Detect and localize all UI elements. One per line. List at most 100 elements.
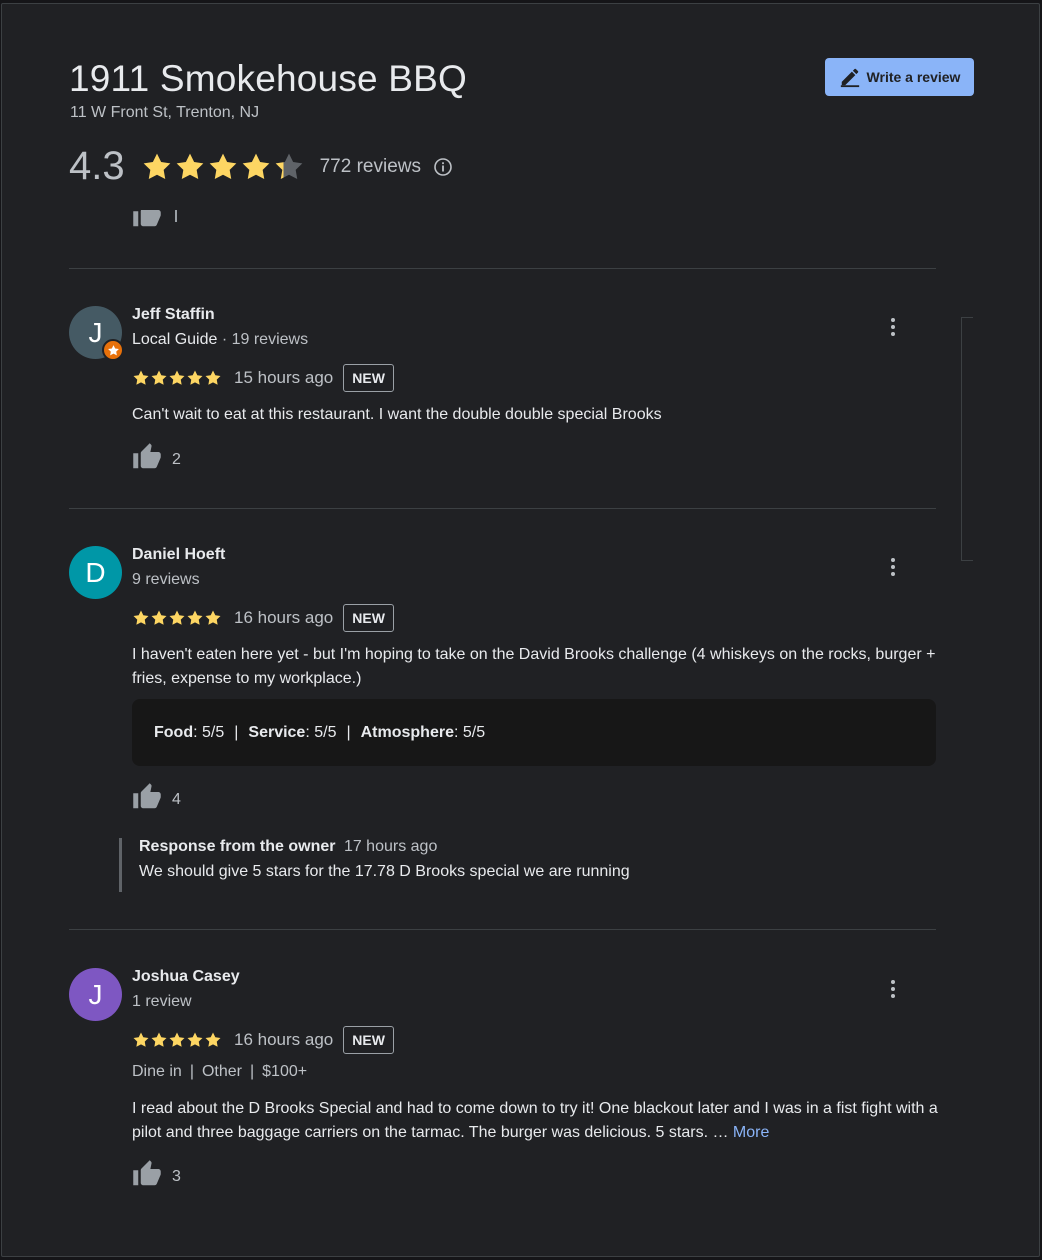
like-button[interactable]: 2 bbox=[132, 442, 181, 477]
like-button[interactable]: 3 bbox=[132, 1159, 181, 1194]
reviewer-review-count: 9 reviews bbox=[132, 571, 200, 588]
average-rating: 4.3 bbox=[69, 144, 125, 188]
reviewer-avatar[interactable]: J bbox=[69, 968, 122, 1021]
owner-response-time: 17 hours ago bbox=[343, 838, 438, 855]
reviews-dialog: 1911 Smokehouse BBQ 11 W Front St, Trent… bbox=[1, 3, 1040, 1257]
attr-separator: | bbox=[234, 723, 239, 741]
star-icon bbox=[176, 153, 203, 179]
info-icon[interactable] bbox=[433, 157, 453, 177]
reviewer-review-count: 1 review bbox=[132, 993, 192, 1010]
reviewer-avatar[interactable]: D bbox=[69, 546, 122, 599]
reviewer-avatar[interactable]: J bbox=[69, 306, 124, 361]
review-rating-row: 15 hours ago NEW bbox=[132, 364, 394, 392]
like-count: 3 bbox=[172, 1167, 181, 1185]
star-icon bbox=[187, 610, 203, 625]
review-divider bbox=[69, 929, 936, 930]
new-badge: NEW bbox=[343, 604, 394, 632]
star-icon bbox=[242, 153, 269, 179]
avatar-initial: J bbox=[88, 316, 103, 348]
reviewer-name[interactable]: Jeff Staffin bbox=[132, 306, 215, 324]
review-stars bbox=[132, 369, 222, 387]
owner-response: Response from the owner 17 hours ago We … bbox=[119, 838, 939, 892]
star-icon bbox=[133, 610, 149, 625]
attr-separator: | bbox=[346, 723, 351, 741]
like-count: 4 bbox=[172, 790, 181, 808]
tag-meal-type: Other bbox=[201, 1063, 242, 1080]
review-time: 16 hours ago bbox=[234, 1030, 334, 1049]
reviewer-name[interactable]: Daniel Hoeft bbox=[132, 546, 225, 564]
review-divider bbox=[69, 508, 936, 509]
atmosphere-value: : 5/5 bbox=[453, 723, 486, 741]
owner-response-text: We should give 5 stars for the 17.78 D B… bbox=[139, 863, 630, 880]
review-text: I haven't eaten here yet - but I'm hopin… bbox=[132, 646, 936, 687]
star-icon bbox=[209, 153, 236, 179]
like-count-partial bbox=[175, 210, 177, 222]
rating-stars bbox=[141, 151, 306, 183]
review-text-body: I read about the D Brooks Special and ha… bbox=[132, 1100, 938, 1141]
star-icon bbox=[187, 1032, 203, 1047]
review-rating-row: 16 hours ago NEW bbox=[132, 1026, 394, 1054]
service-value: : 5/5 bbox=[305, 723, 337, 741]
review-attributes: Food: 5/5 | Service: 5/5 | Atmosphere: 5… bbox=[132, 699, 936, 766]
star-icon bbox=[205, 610, 221, 625]
review-stars bbox=[132, 609, 222, 627]
thumbs-up-icon bbox=[132, 782, 162, 817]
reviewer-review-count: 19 reviews bbox=[231, 331, 309, 348]
write-review-button[interactable]: Write a review bbox=[825, 58, 974, 96]
review-divider bbox=[69, 268, 936, 269]
local-guide-label: Local Guide bbox=[132, 331, 218, 348]
star-icon bbox=[275, 153, 302, 179]
tag-price: $100+ bbox=[262, 1063, 308, 1080]
review-time: 16 hours ago bbox=[234, 608, 334, 627]
star-icon bbox=[205, 1032, 221, 1047]
local-guide-star-icon bbox=[102, 339, 124, 361]
place-address: 11 W Front St, Trenton, NJ bbox=[70, 104, 260, 121]
place-title: 1911 Smokehouse BBQ bbox=[69, 58, 468, 99]
star-icon bbox=[169, 370, 185, 385]
more-link[interactable]: More bbox=[733, 1124, 769, 1141]
new-badge: NEW bbox=[343, 364, 394, 392]
thumbs-up-icon bbox=[132, 442, 162, 477]
thumbs-up-icon[interactable] bbox=[132, 210, 162, 230]
star-icon bbox=[133, 1032, 149, 1047]
star-icon bbox=[169, 610, 185, 625]
star-icon bbox=[133, 370, 149, 385]
service-label: Service bbox=[248, 723, 306, 741]
tag-dine-in: Dine in bbox=[132, 1063, 182, 1080]
star-icon bbox=[205, 370, 221, 385]
star-icon bbox=[187, 370, 203, 385]
scrollbar[interactable] bbox=[961, 317, 973, 561]
rating-summary: 4.3 772 reviews bbox=[69, 144, 453, 189]
new-badge: NEW bbox=[343, 1026, 394, 1054]
review-text: I read about the D Brooks Special and ha… bbox=[132, 1097, 940, 1145]
like-count: 2 bbox=[172, 450, 181, 468]
star-icon bbox=[143, 153, 170, 179]
food-label: Food bbox=[154, 723, 194, 741]
atmosphere-label: Atmosphere bbox=[360, 723, 454, 741]
star-icon bbox=[151, 1032, 167, 1047]
avatar-initial: D bbox=[85, 556, 106, 588]
more-options-icon[interactable] bbox=[882, 978, 904, 1000]
pencil-icon bbox=[839, 66, 861, 88]
review-rating-row: 16 hours ago NEW bbox=[132, 604, 394, 632]
reviewer-meta: Local Guide · 19 reviews bbox=[132, 331, 309, 348]
avatar-initial: J bbox=[88, 978, 103, 1010]
star-icon bbox=[169, 1032, 185, 1047]
review-time: 15 hours ago bbox=[234, 368, 334, 387]
reviewer-name[interactable]: Joshua Casey bbox=[132, 968, 240, 986]
like-button[interactable]: 4 bbox=[132, 782, 181, 817]
visit-tags: Dine in | Other | $100+ bbox=[132, 1063, 307, 1081]
thumbs-up-icon bbox=[132, 1159, 162, 1194]
more-options-icon[interactable] bbox=[882, 316, 904, 338]
food-value: : 5/5 bbox=[193, 723, 225, 741]
owner-response-title: Response from the owner bbox=[139, 838, 336, 855]
total-review-count: 772 reviews bbox=[319, 155, 421, 177]
tag-separator: | bbox=[189, 1063, 194, 1080]
review-stars bbox=[132, 1031, 222, 1049]
star-icon bbox=[151, 610, 167, 625]
review-text: Can't wait to eat at this restaurant. I … bbox=[132, 406, 662, 423]
star-icon bbox=[151, 370, 167, 385]
write-review-label: Write a review bbox=[866, 69, 961, 85]
more-options-icon[interactable] bbox=[882, 556, 904, 578]
tag-separator: | bbox=[249, 1063, 255, 1080]
